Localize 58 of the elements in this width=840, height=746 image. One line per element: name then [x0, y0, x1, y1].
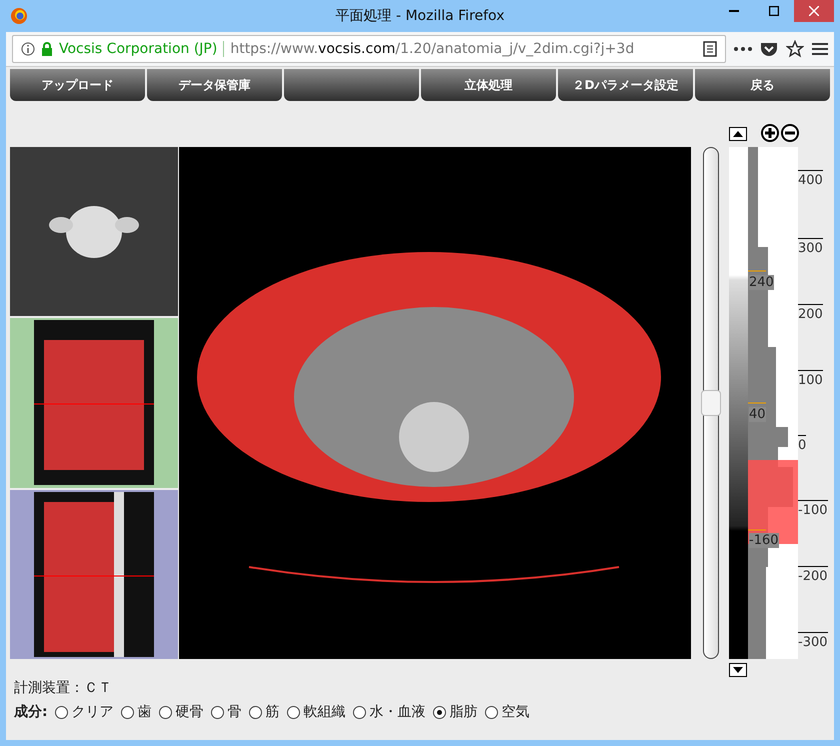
pocket-icon[interactable]: [760, 41, 778, 57]
axis-tick-label: 200: [798, 304, 823, 322]
lock-icon: [41, 42, 53, 56]
nav-button[interactable]: [284, 69, 419, 101]
reader-view-icon[interactable]: [703, 41, 717, 57]
nav-button[interactable]: 戻る: [695, 69, 830, 101]
radio-button[interactable]: [210, 706, 224, 718]
axis-tick-label: -100: [798, 500, 828, 518]
axis-tick-label: 400: [798, 170, 823, 188]
window-level-label: 40: [749, 407, 766, 422]
close-icon: [809, 6, 819, 16]
slider-thumb[interactable]: [701, 390, 721, 416]
radio-button[interactable]: [248, 706, 262, 718]
firefox-logo-icon: [10, 7, 28, 25]
axis-tick-label: 0: [798, 435, 806, 453]
radio-label[interactable]: 軟組織: [304, 703, 346, 721]
radio-label[interactable]: 骨: [228, 703, 242, 721]
scroll-up-icon[interactable]: [729, 127, 747, 141]
slice-slider[interactable]: [703, 147, 719, 659]
radio-label[interactable]: 水・血液: [370, 703, 426, 721]
nav-button[interactable]: データ保管庫: [147, 69, 282, 101]
window-level-label: 240: [749, 275, 774, 290]
url-field[interactable]: Vocsis Corporation (JP) https://www.vocsis.com/1.20/anatomia_j/v_2dim.cgi?j+3d: [12, 35, 726, 63]
axis-tick-label: -300: [798, 632, 828, 650]
nav-button[interactable]: 立体処理: [421, 69, 556, 101]
radio-button[interactable]: [286, 706, 300, 718]
info-icon[interactable]: [21, 42, 35, 56]
radio-label[interactable]: クリア: [72, 703, 114, 721]
url-text: https://www.vocsis.com/1.20/anatomia_j/v_2dim.cgi?j+3d: [230, 41, 634, 57]
star-icon[interactable]: [786, 40, 804, 58]
more-icon[interactable]: [734, 47, 752, 51]
maximize-icon: [769, 6, 779, 16]
close-button[interactable]: [794, 0, 834, 22]
nav-button[interactable]: アップロード: [10, 69, 145, 101]
radio-button[interactable]: [54, 706, 68, 718]
components-label: 成分:: [14, 703, 48, 721]
radio-button[interactable]: [484, 706, 498, 718]
radio-label[interactable]: 脂肪: [450, 703, 478, 721]
radio-label[interactable]: 筋: [266, 703, 280, 721]
radio-button[interactable]: [352, 706, 366, 718]
zoom-out-icon[interactable]: [781, 124, 799, 142]
nav-button[interactable]: ２Dパラメータ設定: [558, 69, 693, 101]
radio-label[interactable]: 歯: [138, 703, 152, 721]
axis-tick-label: -200: [798, 566, 828, 584]
device-label: 計測装置：ＣＴ: [14, 679, 113, 697]
minimize-icon: [729, 10, 739, 12]
radio-button[interactable]: [432, 706, 446, 718]
radio-button[interactable]: [158, 706, 172, 718]
scroll-down-icon[interactable]: [729, 663, 747, 677]
window-level-label: -160: [749, 533, 779, 548]
zoom-in-icon[interactable]: [761, 124, 779, 142]
radio-label[interactable]: 硬骨: [176, 703, 204, 721]
axis-tick-label: 300: [798, 238, 823, 256]
window-title: 平面処理 - Mozilla Firefox: [336, 7, 504, 25]
radio-button[interactable]: [120, 706, 134, 718]
menu-icon[interactable]: [812, 42, 828, 56]
radio-label[interactable]: 空気: [502, 703, 530, 721]
axis-tick-label: 100: [798, 370, 823, 388]
